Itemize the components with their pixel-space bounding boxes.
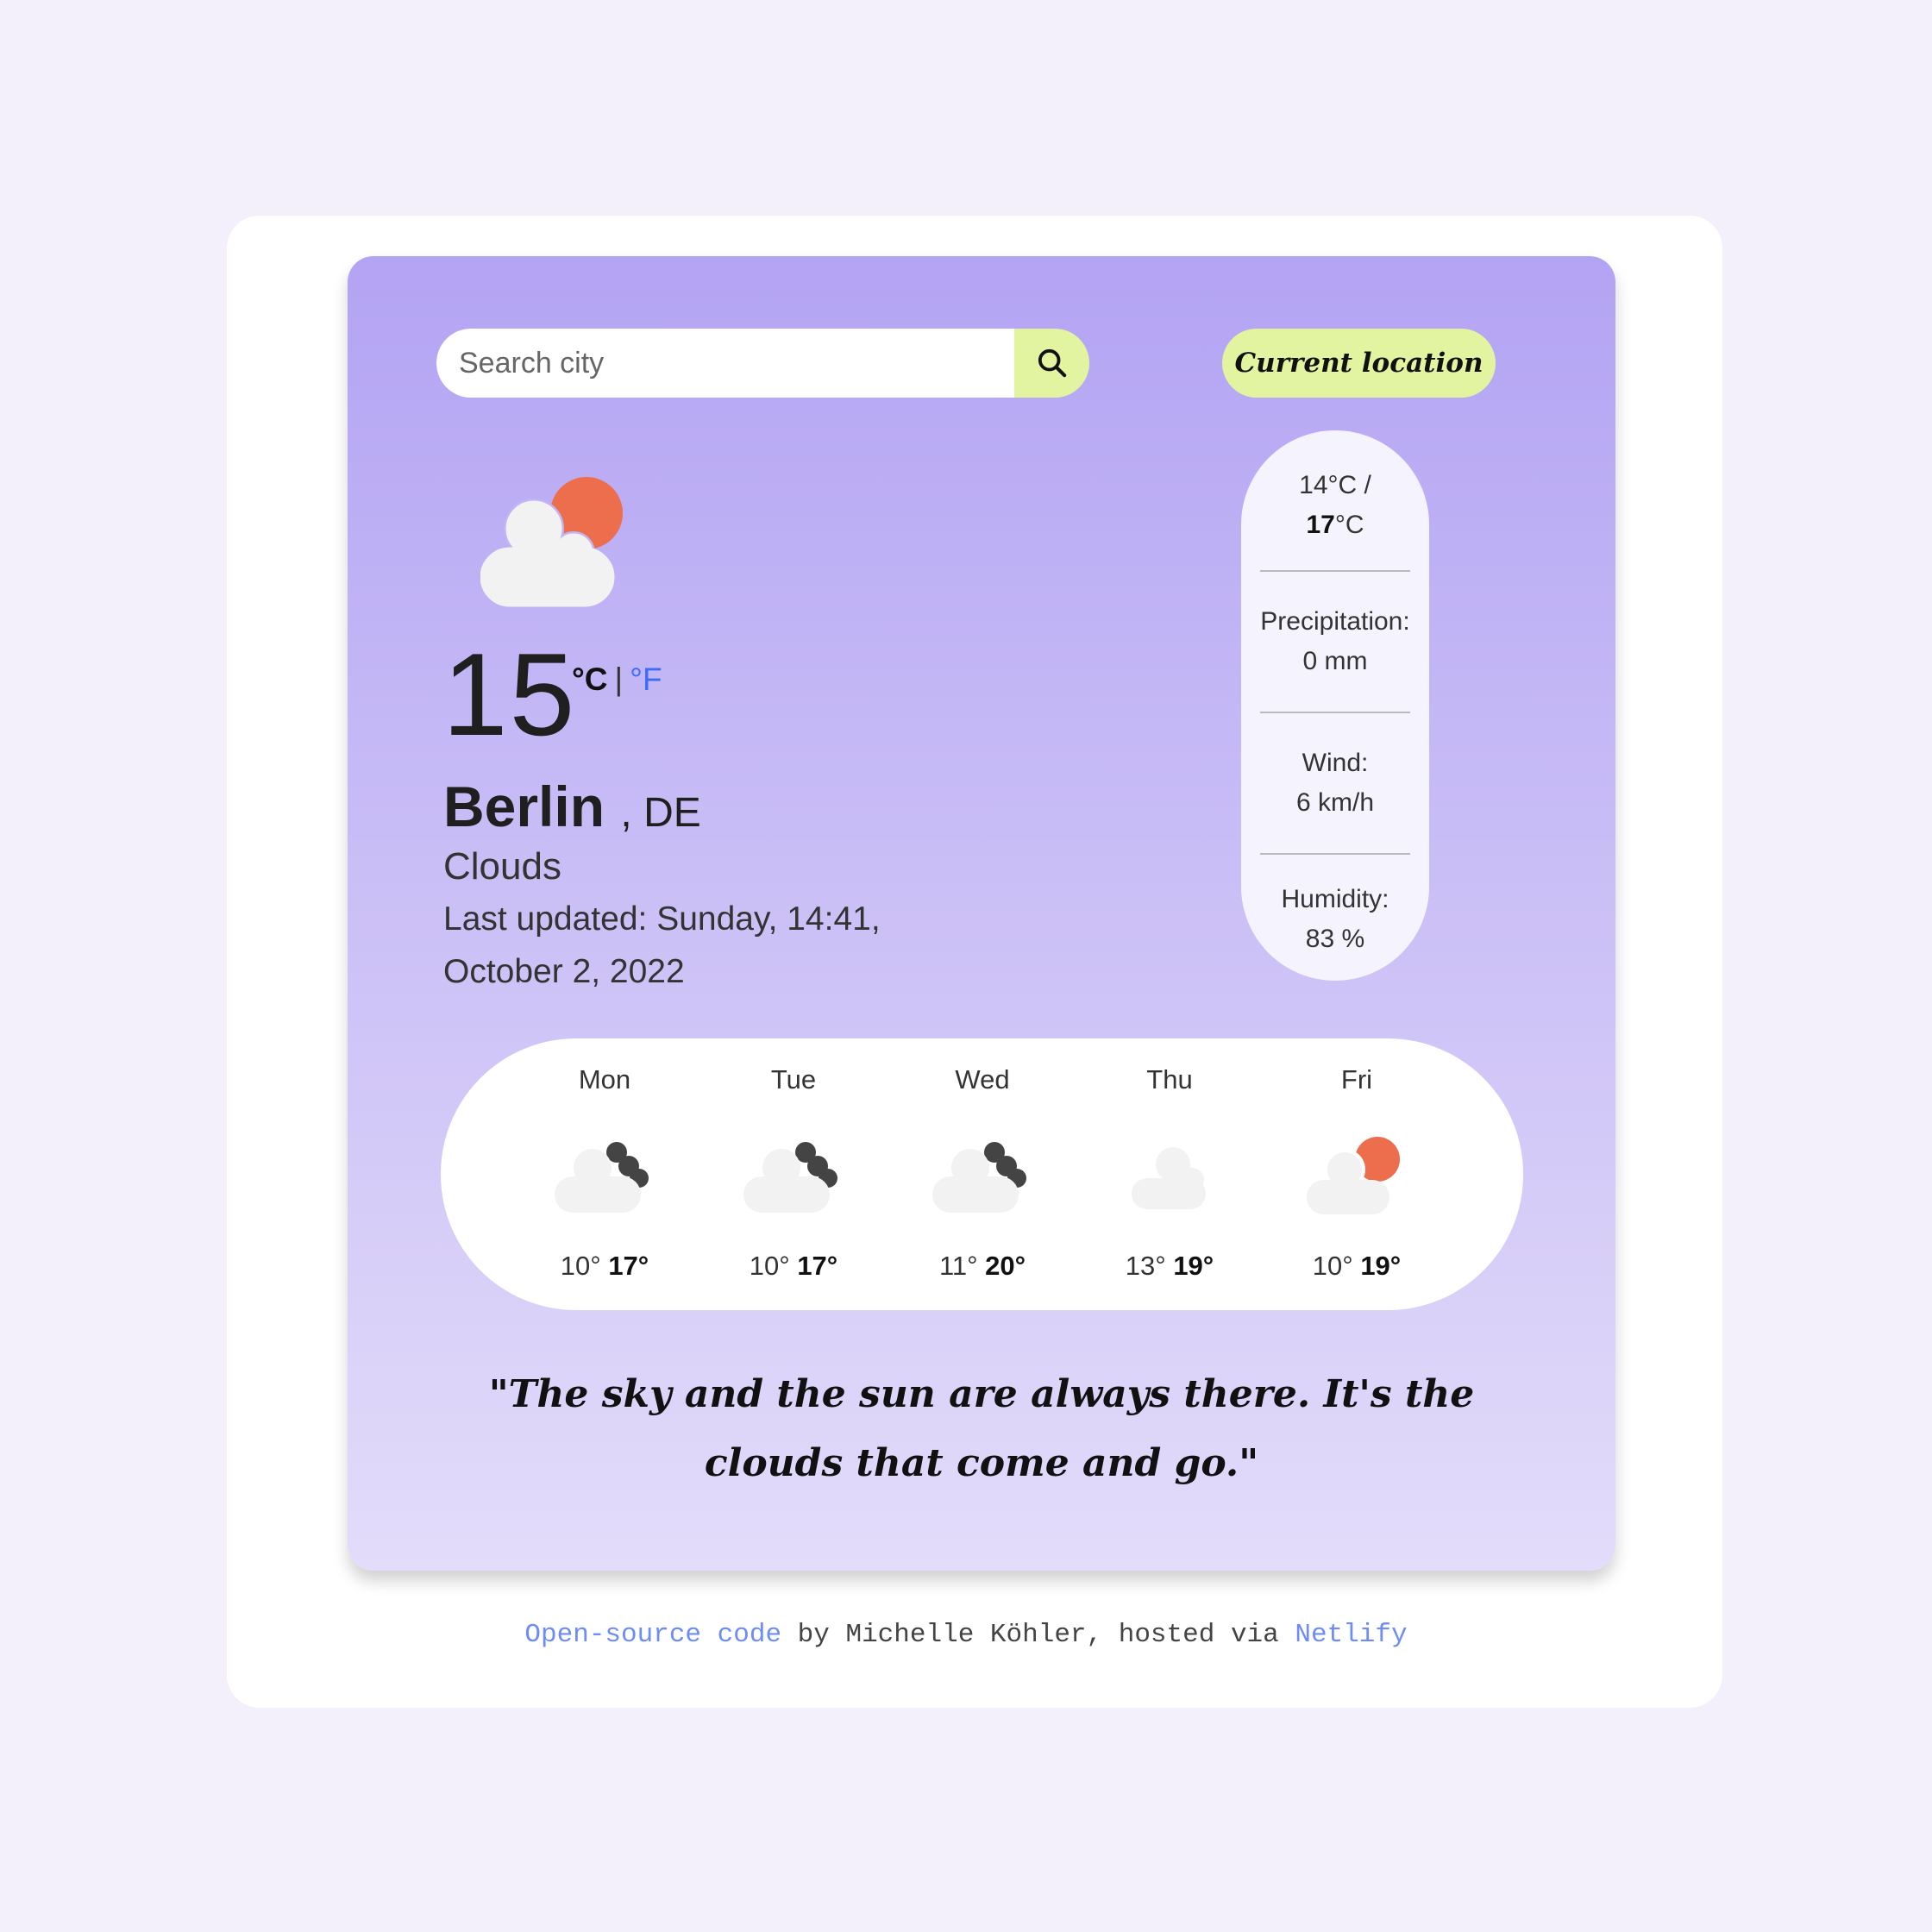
forecast-temps: 10° 17° [518, 1251, 691, 1282]
source-code-link[interactable]: Open-source code [524, 1620, 781, 1650]
precipitation-label: Precipitation: [1260, 607, 1410, 636]
forecast-day-name: Wed [955, 1064, 1010, 1095]
forecast-day-name: Tue [770, 1064, 817, 1095]
footer-text: by Michelle Köhler, hosted via [781, 1620, 1295, 1650]
forecast-min: 11° [938, 1251, 978, 1281]
cloud-icon [1132, 1147, 1206, 1209]
forecast-day-name: Fri [1340, 1064, 1373, 1095]
forecast-day-name: Thu [1146, 1064, 1193, 1095]
broken-clouds-icon [555, 1142, 649, 1213]
unit-separator: | [614, 662, 624, 697]
temp-min: 14°C / [1299, 471, 1371, 499]
precipitation-value: 0 mm [1302, 647, 1368, 675]
humidity-value: 83 % [1305, 925, 1365, 953]
unit-toggle: °C | °F [572, 662, 662, 698]
wind-label: Wind: [1302, 749, 1369, 777]
forecast-min: 13° [1125, 1251, 1166, 1281]
humidity-label: Humidity: [1281, 885, 1389, 913]
few-clouds-day-icon [1307, 1137, 1400, 1214]
forecast-min: 10° [1312, 1251, 1353, 1281]
temp-max-unit: °C [1334, 511, 1364, 539]
stats-panel: 14°C / 17°C Precipitation: 0 mm Wind: 6 … [1241, 430, 1429, 981]
weather-card: Current location 15 °C|°F Berlin , DE Cl… [348, 256, 1615, 1571]
forecast-max: 20° [985, 1251, 1026, 1281]
broken-clouds-icon [743, 1142, 837, 1213]
city-name: Berlin , DE [443, 774, 701, 839]
netlify-link[interactable]: Netlify [1295, 1620, 1407, 1650]
search-button[interactable] [1014, 329, 1089, 398]
last-updated: Last updated: Sunday, 14:41, October 2, … [443, 893, 961, 998]
current-temperature: 15 [442, 629, 577, 760]
wind-value: 6 km/h [1295, 788, 1375, 817]
forecast-max: 19° [1173, 1251, 1214, 1281]
quote: "The sky and the sun are always there. I… [488, 1372, 1475, 1485]
forecast-min: 10° [749, 1251, 790, 1281]
precipitation: Precipitation: 0 mm [1241, 572, 1429, 712]
forecast-min: 10° [560, 1251, 601, 1281]
forecast-temps: 10° 19° [1270, 1251, 1443, 1282]
wind: Wind: 6 km/h [1241, 713, 1429, 853]
forecast-max: 19° [1360, 1251, 1402, 1281]
search-icon [1038, 348, 1066, 378]
country: , DE [620, 790, 701, 836]
forecast-day-name: Mon [578, 1064, 631, 1095]
footer: Open-source code by Michelle Köhler, hos… [0, 1620, 1932, 1650]
celsius-link[interactable]: °C [572, 662, 608, 697]
forecast-temps: 11° 20° [896, 1251, 1069, 1282]
search-input[interactable] [436, 329, 1014, 398]
weather-description: Clouds [443, 845, 561, 888]
current-location-button[interactable]: Current location [1222, 329, 1496, 398]
forecast-temps: 13° 19° [1083, 1251, 1256, 1282]
last-updated-line2: October 2, 2022 [443, 953, 685, 990]
forecast-max: 17° [797, 1251, 838, 1281]
forecast-max: 17° [608, 1251, 649, 1281]
temp-max-row: 17°C [1241, 505, 1429, 545]
temp-max: 17 [1306, 511, 1335, 539]
few-clouds-day-icon [480, 477, 623, 607]
humidity: Humidity: 83 % [1241, 855, 1429, 994]
temp-range: 14°C / 17°C [1241, 430, 1429, 570]
last-updated-line1: Last updated: Sunday, 14:41, [443, 900, 881, 938]
forecast-temps: 10° 17° [707, 1251, 880, 1282]
city: Berlin [443, 775, 605, 838]
broken-clouds-icon [932, 1142, 1026, 1213]
forecast-panel: Mon 10° 17° Tue 10° 17° Wed 11° 20° Thu 13°… [441, 1038, 1523, 1310]
fahrenheit-link[interactable]: °F [630, 662, 662, 697]
